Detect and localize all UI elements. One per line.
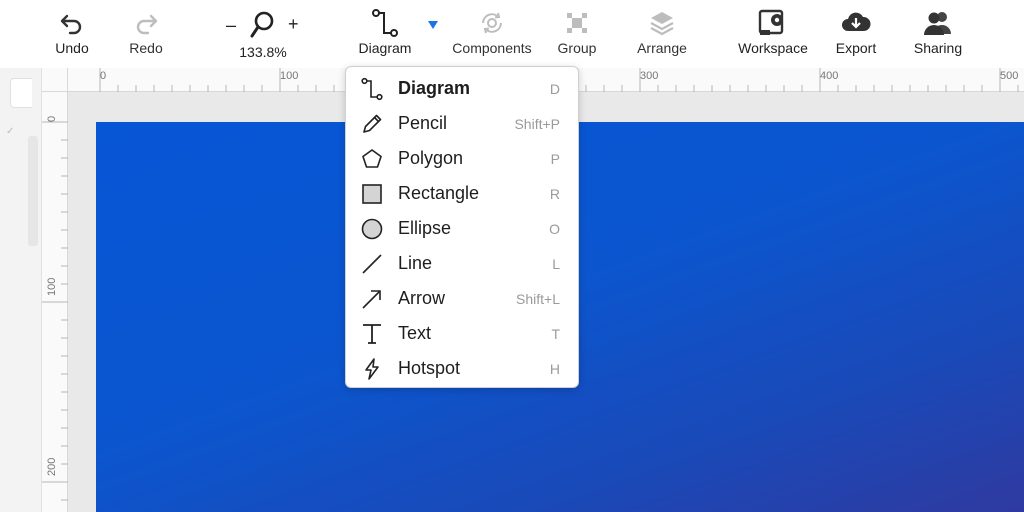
line-icon [360, 252, 384, 276]
ruler-label: 100 [46, 277, 58, 296]
diagram-button[interactable]: Diagram [354, 6, 416, 64]
diagram-dropdown-caret-icon[interactable] [426, 18, 440, 32]
workspace-gear-icon [756, 6, 790, 40]
vertical-ruler-ticks [42, 121, 68, 501]
zoom-out-button[interactable]: – [226, 15, 236, 36]
export-label: Export [835, 40, 877, 56]
ruler-label: 0 [46, 115, 58, 122]
menu-item-shortcut: P [550, 150, 560, 167]
ruler-label: 100 [280, 70, 299, 82]
menu-item-polygon[interactable]: Polygon P [346, 141, 578, 176]
group-button[interactable]: Group [554, 6, 600, 64]
menu-item-label: Ellipse [398, 218, 452, 238]
menu-item-rectangle[interactable]: Rectangle R [346, 176, 578, 211]
check-icon: ✓ [6, 126, 15, 137]
menu-item-text[interactable]: Text T [346, 316, 578, 351]
ellipse-icon [360, 217, 384, 241]
workspace-button[interactable]: Workspace [736, 6, 810, 64]
group-icon [560, 6, 594, 40]
vertical-ruler: 0 100 200 [42, 92, 68, 512]
ruler-label: 0 [100, 70, 107, 82]
zoom-level[interactable]: 133.8% [222, 44, 304, 60]
export-button[interactable]: Export [832, 6, 880, 64]
diagram-connector-icon [360, 77, 384, 101]
menu-item-shortcut: Shift+L [516, 290, 560, 307]
zoom-control: – + 133.8% [222, 6, 304, 64]
redo-icon [129, 6, 163, 40]
undo-icon [55, 6, 89, 40]
rectangle-icon [360, 182, 384, 206]
menu-item-shortcut: O [549, 220, 560, 237]
diagram-label: Diagram [358, 40, 412, 56]
redo-button[interactable]: Redo [124, 6, 168, 64]
ruler-corner [42, 68, 68, 92]
arrow-icon [360, 287, 384, 311]
components-button[interactable]: Components [448, 6, 536, 64]
menu-item-label: Polygon [398, 148, 464, 168]
menu-item-label: Rectangle [398, 183, 480, 203]
vertical-scrollbar-thumb[interactable] [28, 136, 38, 246]
group-label: Group [557, 40, 597, 56]
menu-item-ellipse[interactable]: Ellipse O [346, 211, 578, 246]
menu-item-label: Pencil [398, 113, 448, 133]
zoom-in-button[interactable]: + [288, 14, 299, 35]
sharing-label: Sharing [913, 40, 963, 56]
menu-item-pencil[interactable]: Pencil Shift+P [346, 106, 578, 141]
menu-item-shortcut: D [549, 80, 560, 97]
menu-item-arrow[interactable]: Arrow Shift+L [346, 281, 578, 316]
ruler-label: 400 [820, 70, 839, 82]
diagram-connector-icon [368, 6, 402, 40]
workspace-label: Workspace [738, 40, 808, 56]
lightning-icon [360, 357, 384, 381]
arrange-button[interactable]: Arrange [634, 6, 690, 64]
menu-item-shortcut: R [549, 185, 560, 202]
layers-icon [645, 6, 679, 40]
menu-item-label: Text [398, 323, 432, 343]
ruler-label: 300 [640, 70, 659, 82]
menu-item-shortcut: Shift+P [514, 115, 560, 132]
ruler-label: 200 [46, 457, 58, 476]
undo-button[interactable]: Undo [50, 6, 94, 64]
menu-item-hotspot[interactable]: Hotspot H [346, 351, 578, 386]
menu-item-label: Line [398, 253, 433, 273]
components-icon [475, 6, 509, 40]
menu-item-label: Hotspot [398, 358, 461, 378]
diagram-tool-menu: Diagram D Pencil Shift+P Polygon P Recta… [345, 66, 579, 388]
main-toolbar: Undo Redo – + 133.8% Diagram Components … [0, 0, 1024, 68]
pencil-icon [360, 112, 384, 136]
left-panel-strip: ✓ [0, 68, 42, 512]
panel-toggle-tab[interactable] [10, 78, 32, 108]
magnifier-icon[interactable] [248, 10, 276, 45]
arrange-label: Arrange [637, 40, 687, 56]
sharing-button[interactable]: Sharing [910, 6, 966, 64]
menu-item-shortcut: L [552, 255, 560, 272]
components-label: Components [452, 40, 532, 56]
ruler-label: 500 [1000, 70, 1019, 82]
text-icon [360, 322, 384, 346]
cloud-download-icon [839, 6, 873, 40]
menu-item-shortcut: T [551, 325, 560, 342]
menu-item-label: Arrow [398, 288, 446, 308]
menu-item-line[interactable]: Line L [346, 246, 578, 281]
menu-item-label: Diagram [398, 78, 471, 98]
pentagon-icon [360, 147, 384, 171]
menu-item-shortcut: H [549, 360, 560, 377]
redo-label: Redo [129, 40, 163, 56]
users-icon [921, 6, 955, 40]
menu-item-diagram[interactable]: Diagram D [346, 71, 578, 106]
undo-label: Undo [55, 40, 89, 56]
